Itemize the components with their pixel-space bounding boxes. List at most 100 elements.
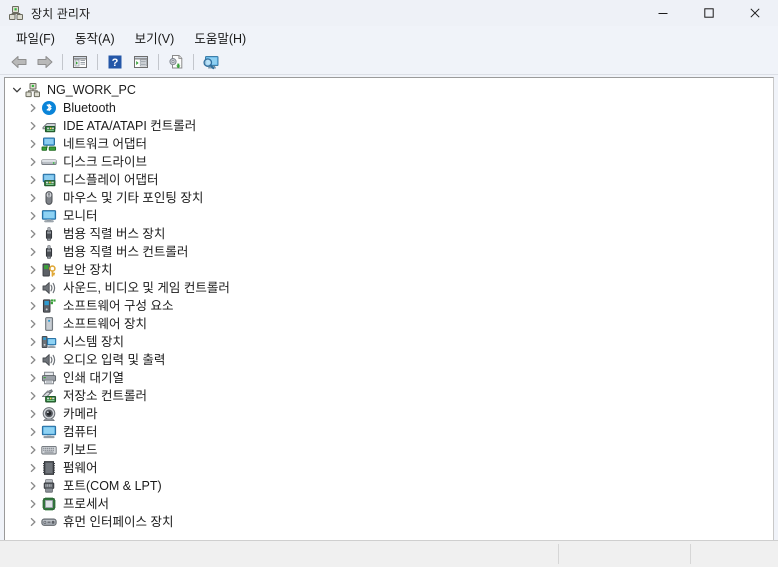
tree-item[interactable]: 시스템 장치 bbox=[5, 333, 773, 351]
device-manager-icon bbox=[8, 5, 24, 21]
tree-item-label: IDE ATA/ATAPI 컨트롤러 bbox=[63, 119, 197, 133]
tree-item[interactable]: 인쇄 대기열 bbox=[5, 369, 773, 387]
tree-item[interactable]: 디스크 드라이브 bbox=[5, 153, 773, 171]
tree-item[interactable]: 보안 장치 bbox=[5, 261, 773, 279]
tree-item[interactable]: 디스플레이 어댑터 bbox=[5, 171, 773, 189]
tree-item-label: 사운드, 비디오 및 게임 컨트롤러 bbox=[63, 281, 230, 295]
chevron-right-icon[interactable] bbox=[25, 136, 41, 152]
menu-file[interactable]: 파일(F) bbox=[9, 26, 62, 50]
disk-drive-icon bbox=[41, 154, 57, 170]
tree-item-label: 네트워크 어댑터 bbox=[63, 137, 147, 151]
tree-item[interactable]: 휴먼 인터페이스 장치 bbox=[5, 513, 773, 531]
monitor-icon bbox=[41, 208, 57, 224]
tree-item-label: 프로세서 bbox=[63, 497, 110, 511]
tree-item[interactable]: 마우스 및 기타 포인팅 장치 bbox=[5, 189, 773, 207]
close-button[interactable] bbox=[732, 0, 778, 26]
tree-item[interactable]: Bluetooth bbox=[5, 99, 773, 117]
chevron-right-icon[interactable] bbox=[25, 118, 41, 134]
menu-bar: 파일(F) 동작(A) 보기(V) 도움말(H) bbox=[0, 26, 778, 50]
tree-item-label: 펌웨어 bbox=[63, 461, 98, 475]
device-tree: NG_WORK_PC Bluetooth IDE ATA/ATAPI 컨트롤러네트… bbox=[5, 78, 773, 531]
tree-item[interactable]: 컴퓨터 bbox=[5, 423, 773, 441]
chevron-right-icon[interactable] bbox=[25, 280, 41, 296]
mouse-icon bbox=[41, 190, 57, 206]
chevron-right-icon[interactable] bbox=[25, 226, 41, 242]
tree-item[interactable]: 키보드 bbox=[5, 441, 773, 459]
chevron-right-icon[interactable] bbox=[25, 424, 41, 440]
tree-item-label: 휴먼 인터페이스 장치 bbox=[63, 515, 174, 529]
tree-item-label: 포트(COM & LPT) bbox=[63, 479, 162, 493]
chevron-right-icon[interactable] bbox=[25, 262, 41, 278]
chevron-right-icon[interactable] bbox=[25, 334, 41, 350]
help-icon[interactable]: ? bbox=[103, 51, 127, 73]
tree-root-row[interactable]: NG_WORK_PC bbox=[5, 81, 773, 99]
chevron-right-icon[interactable] bbox=[25, 172, 41, 188]
menu-help[interactable]: 도움말(H) bbox=[187, 26, 253, 50]
minimize-button[interactable] bbox=[640, 0, 686, 26]
chevron-right-icon[interactable] bbox=[25, 316, 41, 332]
chevron-right-icon[interactable] bbox=[25, 208, 41, 224]
tree-item-label: 저장소 컨트롤러 bbox=[63, 389, 147, 403]
chevron-right-icon[interactable] bbox=[25, 460, 41, 476]
chevron-right-icon[interactable] bbox=[25, 370, 41, 386]
tree-item-label: 컴퓨터 bbox=[63, 425, 98, 439]
system-device-icon bbox=[41, 334, 57, 350]
menu-action[interactable]: 동작(A) bbox=[68, 26, 122, 50]
audio-io-icon bbox=[41, 352, 57, 368]
tree-item[interactable]: 프로세서 bbox=[5, 495, 773, 513]
forward-arrow-icon[interactable] bbox=[33, 51, 57, 73]
chevron-right-icon[interactable] bbox=[25, 154, 41, 170]
menu-view[interactable]: 보기(V) bbox=[128, 26, 182, 50]
chevron-right-icon[interactable] bbox=[25, 190, 41, 206]
chevron-right-icon[interactable] bbox=[25, 478, 41, 494]
chevron-right-icon[interactable] bbox=[25, 298, 41, 314]
properties-icon[interactable] bbox=[129, 51, 153, 73]
tree-item[interactable]: 범용 직렬 버스 컨트롤러 bbox=[5, 243, 773, 261]
tree-item[interactable]: 포트(COM & LPT) bbox=[5, 477, 773, 495]
show-hide-console-tree-icon[interactable] bbox=[68, 51, 92, 73]
tree-item[interactable]: 사운드, 비디오 및 게임 컨트롤러 bbox=[5, 279, 773, 297]
ide-controller-icon bbox=[41, 118, 57, 134]
tree-item[interactable]: 소프트웨어 장치 bbox=[5, 315, 773, 333]
tree-item[interactable]: 펌웨어 bbox=[5, 459, 773, 477]
scan-hardware-changes-icon[interactable] bbox=[199, 51, 223, 73]
chevron-down-icon[interactable] bbox=[9, 82, 25, 98]
usb-controller-icon bbox=[41, 244, 57, 260]
device-tree-pane[interactable]: NG_WORK_PC Bluetooth IDE ATA/ATAPI 컨트롤러네트… bbox=[4, 77, 774, 540]
toolbar: ? bbox=[0, 50, 778, 75]
toolbar-separator bbox=[97, 54, 98, 70]
software-component-icon bbox=[41, 298, 57, 314]
chevron-right-icon[interactable] bbox=[25, 352, 41, 368]
back-arrow-icon[interactable] bbox=[7, 51, 31, 73]
tree-item-label: 보안 장치 bbox=[63, 263, 113, 277]
processor-icon bbox=[41, 496, 57, 512]
status-bar bbox=[0, 540, 778, 567]
computer-icon bbox=[41, 424, 57, 440]
chevron-right-icon[interactable] bbox=[25, 388, 41, 404]
status-pane-2 bbox=[559, 541, 690, 567]
maximize-button[interactable] bbox=[686, 0, 732, 26]
update-driver-icon[interactable] bbox=[164, 51, 188, 73]
tree-item-label: 시스템 장치 bbox=[63, 335, 124, 349]
chevron-right-icon[interactable] bbox=[25, 514, 41, 530]
ports-icon bbox=[41, 478, 57, 494]
toolbar-separator bbox=[158, 54, 159, 70]
chevron-right-icon[interactable] bbox=[25, 442, 41, 458]
tree-item[interactable]: 카메라 bbox=[5, 405, 773, 423]
tree-item[interactable]: 네트워크 어댑터 bbox=[5, 135, 773, 153]
tree-item-label: Bluetooth bbox=[63, 101, 116, 115]
tree-item-label: 오디오 입력 및 출력 bbox=[63, 353, 166, 367]
chevron-right-icon[interactable] bbox=[25, 406, 41, 422]
chevron-right-icon[interactable] bbox=[25, 496, 41, 512]
tree-item[interactable]: 모니터 bbox=[5, 207, 773, 225]
title-bar: 장치 관리자 bbox=[0, 0, 778, 26]
tree-item[interactable]: IDE ATA/ATAPI 컨트롤러 bbox=[5, 117, 773, 135]
tree-item[interactable]: 오디오 입력 및 출력 bbox=[5, 351, 773, 369]
tree-item[interactable]: 저장소 컨트롤러 bbox=[5, 387, 773, 405]
tree-item[interactable]: 소프트웨어 구성 요소 bbox=[5, 297, 773, 315]
tree-item[interactable]: 범용 직렬 버스 장치 bbox=[5, 225, 773, 243]
tree-item-label: 마우스 및 기타 포인팅 장치 bbox=[63, 191, 204, 205]
chevron-right-icon[interactable] bbox=[25, 100, 41, 116]
keyboard-icon bbox=[41, 442, 57, 458]
chevron-right-icon[interactable] bbox=[25, 244, 41, 260]
